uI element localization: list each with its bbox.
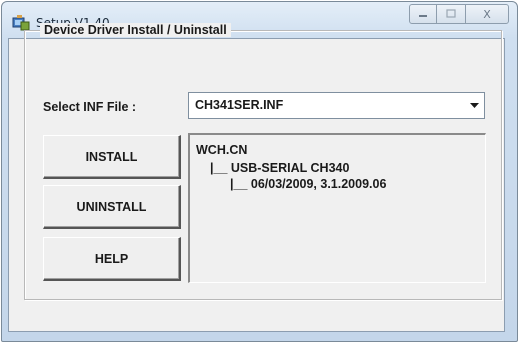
tree-line-version: |__ 06/03/2009, 3.1.2009.06 bbox=[230, 177, 387, 191]
maximize-button[interactable] bbox=[437, 4, 465, 24]
maximize-icon bbox=[446, 8, 456, 21]
install-button[interactable]: INSTALL bbox=[43, 135, 181, 179]
minimize-icon bbox=[418, 8, 428, 21]
groupbox-title: Device Driver Install / Uninstall bbox=[40, 23, 231, 37]
tree-line-vendor: WCH.CN bbox=[196, 143, 248, 157]
inf-file-label: Select INF File : bbox=[43, 100, 137, 114]
tree-line-device: |__ USB-SERIAL CH340 bbox=[210, 161, 350, 175]
window-controls: X bbox=[409, 4, 509, 26]
inf-file-select[interactable]: CH341SER.INF bbox=[188, 92, 485, 119]
help-button[interactable]: HELP bbox=[43, 237, 181, 281]
close-icon: X bbox=[483, 7, 491, 21]
minimize-button[interactable] bbox=[409, 4, 437, 24]
setup-app-icon bbox=[12, 15, 30, 31]
driver-info-panel: WCH.CN |__ USB-SERIAL CH340 |__ 06/03/20… bbox=[188, 133, 486, 283]
uninstall-button[interactable]: UNINSTALL bbox=[43, 185, 181, 229]
close-button[interactable]: X bbox=[465, 4, 509, 24]
inf-file-selected-value: CH341SER.INF bbox=[195, 98, 284, 112]
dropdown-arrow-icon[interactable] bbox=[468, 97, 481, 114]
